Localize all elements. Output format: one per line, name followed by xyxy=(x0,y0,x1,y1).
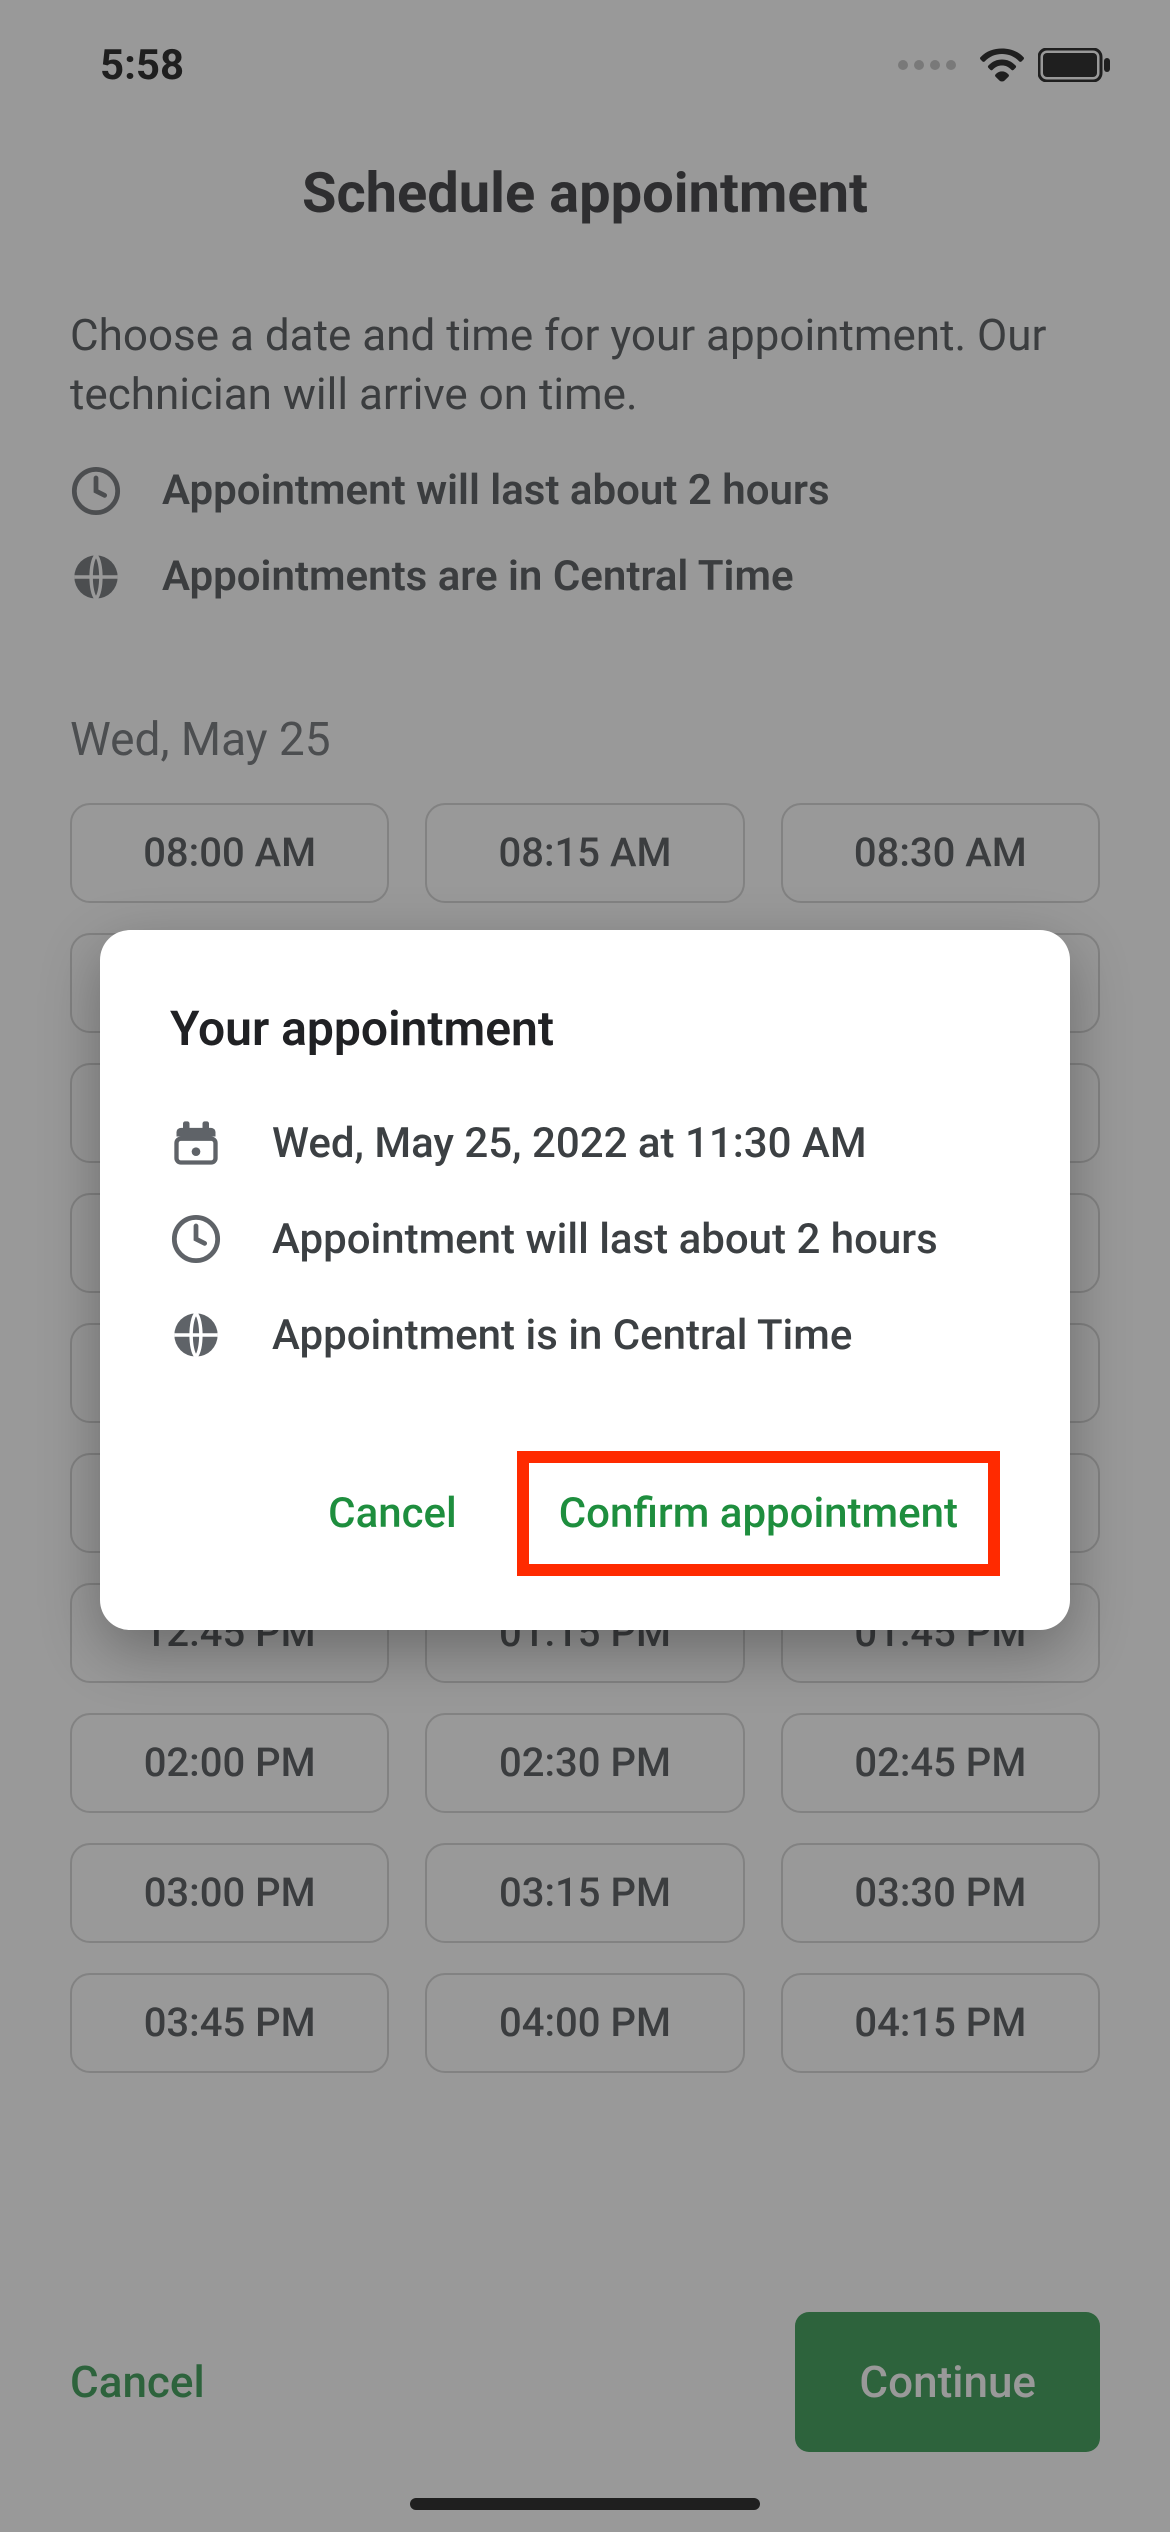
confirm-modal: Your appointment Wed, May 25, 2022 at 11… xyxy=(100,930,1070,1630)
modal-confirm-button[interactable]: Confirm appointment xyxy=(529,1463,988,1564)
globe-icon xyxy=(170,1309,222,1361)
modal-duration-row: Appointment will last about 2 hours xyxy=(170,1213,1000,1265)
modal-timezone-text: Appointment is in Central Time xyxy=(272,1311,852,1360)
clock-icon xyxy=(170,1213,222,1265)
modal-title: Your appointment xyxy=(170,1000,1000,1057)
modal-timezone-row: Appointment is in Central Time xyxy=(170,1309,1000,1361)
calendar-icon xyxy=(170,1117,222,1169)
modal-datetime-text: Wed, May 25, 2022 at 11:30 AM xyxy=(272,1119,867,1168)
modal-duration-text: Appointment will last about 2 hours xyxy=(272,1215,938,1264)
confirm-highlight: Confirm appointment xyxy=(517,1451,1000,1576)
modal-actions: Cancel Confirm appointment xyxy=(170,1451,1000,1576)
modal-datetime-row: Wed, May 25, 2022 at 11:30 AM xyxy=(170,1117,1000,1169)
modal-cancel-button[interactable]: Cancel xyxy=(318,1469,467,1558)
